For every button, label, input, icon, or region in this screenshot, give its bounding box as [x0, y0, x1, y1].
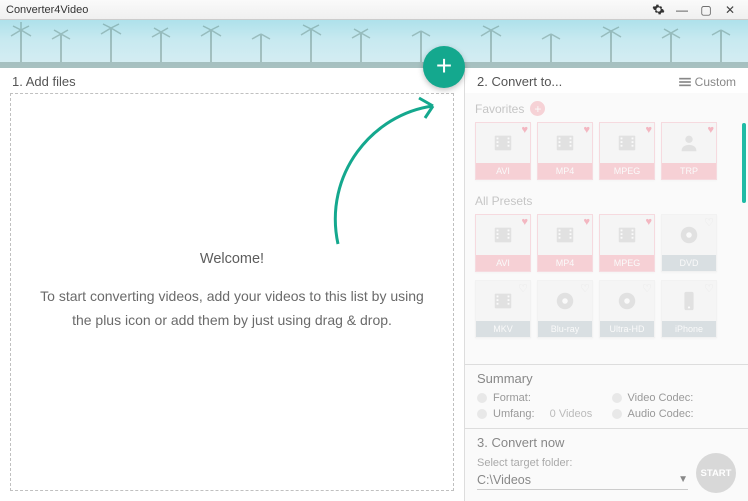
titlebar: Converter4Video — ▢ ✕: [0, 0, 748, 20]
preset-mp4[interactable]: ♥ MP4: [537, 214, 593, 272]
heart-icon: ♥: [645, 124, 652, 136]
heart-icon: ♡: [642, 282, 652, 295]
all-presets-label: All Presets: [475, 194, 532, 208]
summary-audio-codec-label: Audio Codec:: [628, 408, 694, 420]
preset-label: MKV: [476, 321, 530, 337]
target-folder-label: Select target folder:: [477, 457, 688, 469]
add-files-head: 1. Add files: [10, 68, 454, 93]
hint-arrow: [303, 94, 453, 254]
minimize-button[interactable]: —: [670, 0, 694, 20]
plus-icon: +: [436, 52, 452, 80]
close-button[interactable]: ✕: [718, 0, 742, 20]
summary-panel: Summary Format: Video Codec: Umfang: 0 V…: [465, 364, 748, 428]
heart-icon: ♥: [645, 216, 652, 228]
add-files-title: 1. Add files: [12, 74, 76, 89]
welcome-text: Welcome!: [200, 251, 264, 267]
heart-icon: ♡: [580, 282, 590, 295]
chevron-down-icon: ▼: [678, 474, 688, 485]
preset-mpeg[interactable]: ♥ MPEG: [599, 122, 655, 180]
custom-preset-button[interactable]: Custom: [679, 75, 736, 89]
preset-trp[interactable]: ♥ TRP: [661, 122, 717, 180]
settings-button[interactable]: [646, 0, 670, 20]
hint-text: To start converting videos, add your vid…: [31, 285, 433, 333]
target-folder-value: C:\Videos: [477, 473, 531, 487]
preset-mp4[interactable]: ♥ MP4: [537, 122, 593, 180]
summary-title: Summary: [477, 371, 736, 386]
start-button[interactable]: START: [696, 453, 736, 493]
preset-label: AVI: [476, 163, 530, 179]
preset-ultrahd[interactable]: ♡ Ultra-HD: [599, 280, 655, 338]
header-banner: +: [0, 20, 748, 68]
preset-iphone[interactable]: ♡ iPhone: [661, 280, 717, 338]
preset-label: iPhone: [662, 321, 716, 337]
app-title: Converter4Video: [6, 4, 88, 16]
heart-icon: ♥: [583, 216, 590, 228]
convert-to-title: 2. Convert to...: [477, 74, 562, 89]
summary-video-codec-label: Video Codec:: [628, 392, 694, 404]
convert-panel: 3. Convert now Select target folder: C:\…: [465, 428, 748, 501]
scrollbar[interactable]: [742, 123, 746, 203]
preset-avi[interactable]: ♥ AVI: [475, 122, 531, 180]
preset-label: Blu-ray: [538, 321, 592, 337]
preset-bluray[interactable]: ♡ Blu-ray: [537, 280, 593, 338]
start-label: START: [701, 468, 732, 479]
preset-label: MP4: [538, 163, 592, 179]
dropzone[interactable]: Welcome! To start converting videos, add…: [10, 93, 454, 491]
preset-label: MPEG: [600, 163, 654, 179]
heart-icon: ♥: [583, 124, 590, 136]
heart-icon: ♥: [521, 216, 528, 228]
add-files-fab[interactable]: +: [423, 46, 465, 88]
preset-label: TRP: [662, 163, 716, 179]
heart-icon: ♡: [704, 216, 714, 229]
add-favorite-button[interactable]: +: [530, 101, 545, 116]
heart-icon: ♡: [704, 282, 714, 295]
summary-umfang-value: 0 Videos: [550, 408, 593, 420]
preset-label: MP4: [538, 255, 592, 271]
summary-umfang-label: Umfang:: [493, 408, 535, 420]
preset-mkv[interactable]: ♡ MKV: [475, 280, 531, 338]
preset-label: MPEG: [600, 255, 654, 271]
preset-label: Ultra-HD: [600, 321, 654, 337]
convert-title: 3. Convert now: [477, 435, 736, 450]
heart-icon: ♥: [521, 124, 528, 136]
preset-label: AVI: [476, 255, 530, 271]
heart-icon: ♡: [518, 282, 528, 295]
summary-format-label: Format:: [493, 392, 531, 404]
target-folder-select[interactable]: C:\Videos ▼: [477, 471, 688, 490]
favorites-label: Favorites: [475, 102, 524, 116]
heart-icon: ♥: [707, 124, 714, 136]
preset-label: DVD: [662, 255, 716, 271]
preset-avi[interactable]: ♥ AVI: [475, 214, 531, 272]
preset-mpeg[interactable]: ♥ MPEG: [599, 214, 655, 272]
preset-dvd[interactable]: ♡ DVD: [661, 214, 717, 272]
custom-label: Custom: [695, 75, 736, 89]
maximize-button[interactable]: ▢: [694, 0, 718, 20]
